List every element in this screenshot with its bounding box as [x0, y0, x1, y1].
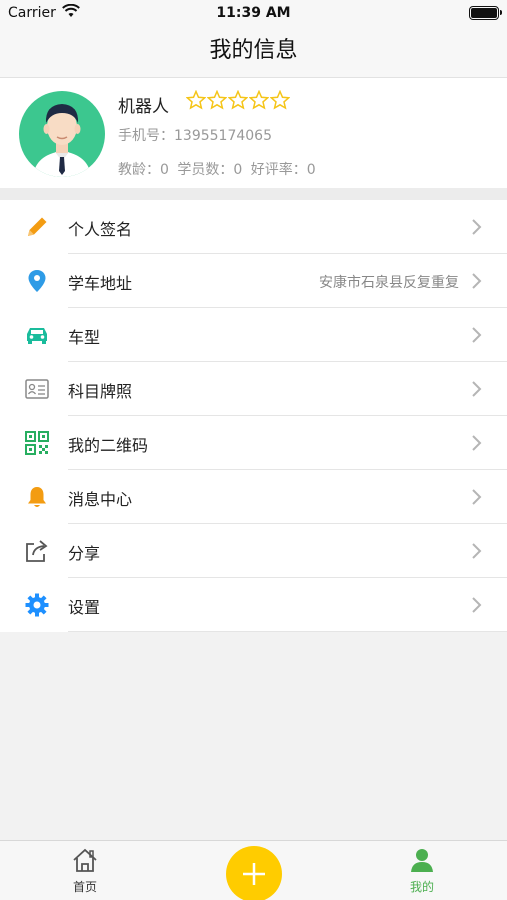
menu-item-label: 我的二维码	[68, 436, 149, 455]
menu-item-label: 个人签名	[68, 220, 133, 239]
chevron-right-icon	[472, 273, 482, 289]
profile-card[interactable]: 机器人 手机号：13955174065 教龄：0 学员数：0 好评率：0	[0, 78, 507, 188]
tab-me-label: 我的	[409, 880, 434, 894]
menu-item-share[interactable]: 分享	[0, 524, 507, 578]
chevron-right-icon	[472, 435, 482, 451]
star-icon	[207, 90, 227, 110]
plus-icon	[243, 863, 265, 885]
tab-home-label: 首页	[72, 880, 97, 894]
menu-item-label: 学车地址	[68, 274, 133, 293]
menu-item-car-type[interactable]: 车型	[0, 308, 507, 362]
id-card-icon	[24, 376, 50, 402]
chevron-right-icon	[472, 219, 482, 235]
chevron-right-icon	[472, 543, 482, 559]
settings-menu: 个人签名 学车地址 安康市石泉县反复重复 车型 科目牌照 我的二维码 消息中心 …	[0, 200, 507, 632]
menu-item-label: 科目牌照	[68, 382, 133, 401]
teaching-years: 教龄：0	[118, 162, 169, 178]
tab-me[interactable]: 我的	[392, 847, 452, 895]
status-bar: Carrier 11:39 AM	[0, 0, 507, 26]
menu-item-qr-code[interactable]: 我的二维码	[0, 416, 507, 470]
add-button[interactable]	[226, 846, 282, 900]
student-count: 学员数：0	[177, 162, 243, 178]
share-icon	[24, 538, 50, 564]
home-icon	[73, 848, 97, 872]
profile-stats: 教龄：0 学员数：0 好评率：0	[118, 159, 320, 179]
gear-icon	[24, 592, 50, 618]
chevron-right-icon	[472, 489, 482, 505]
location-pin-icon	[24, 268, 50, 294]
page-title: 我的信息	[209, 38, 298, 63]
star-icon	[270, 90, 290, 110]
chevron-right-icon	[472, 597, 482, 613]
bell-icon	[24, 484, 50, 510]
menu-item-license[interactable]: 科目牌照	[0, 362, 507, 416]
menu-item-settings[interactable]: 设置	[0, 578, 507, 632]
pencil-icon	[24, 214, 50, 240]
battery-icon	[469, 6, 502, 20]
rating-stars	[186, 90, 290, 110]
menu-item-signature[interactable]: 个人签名	[0, 200, 507, 254]
phone-number: 手机号：13955174065	[118, 128, 272, 144]
tab-home[interactable]: 首页	[55, 847, 115, 895]
avatar[interactable]	[19, 91, 105, 177]
chevron-right-icon	[472, 381, 482, 397]
positive-rate: 好评率：0	[250, 162, 316, 178]
star-icon	[186, 90, 206, 110]
car-icon	[24, 322, 50, 348]
nav-bar: 我的信息	[0, 26, 507, 78]
divider	[68, 631, 507, 632]
star-icon	[249, 90, 269, 110]
menu-item-value: 安康市石泉县反复重复	[319, 275, 459, 291]
menu-item-label: 车型	[68, 328, 101, 347]
user-icon	[411, 849, 433, 872]
clock: 11:39 AM	[216, 5, 291, 21]
user-avatar-icon	[33, 104, 91, 177]
menu-item-label: 消息中心	[68, 490, 133, 509]
user-name: 机器人	[118, 97, 169, 117]
tab-bar: 首页 我的	[0, 840, 507, 900]
section-gap	[0, 188, 507, 200]
qr-code-icon	[24, 430, 50, 456]
chevron-right-icon	[472, 327, 482, 343]
menu-item-messages[interactable]: 消息中心	[0, 470, 507, 524]
menu-item-address[interactable]: 学车地址 安康市石泉县反复重复	[0, 254, 507, 308]
menu-item-label: 分享	[68, 544, 101, 563]
menu-item-label: 设置	[68, 598, 101, 617]
star-icon	[228, 90, 248, 110]
